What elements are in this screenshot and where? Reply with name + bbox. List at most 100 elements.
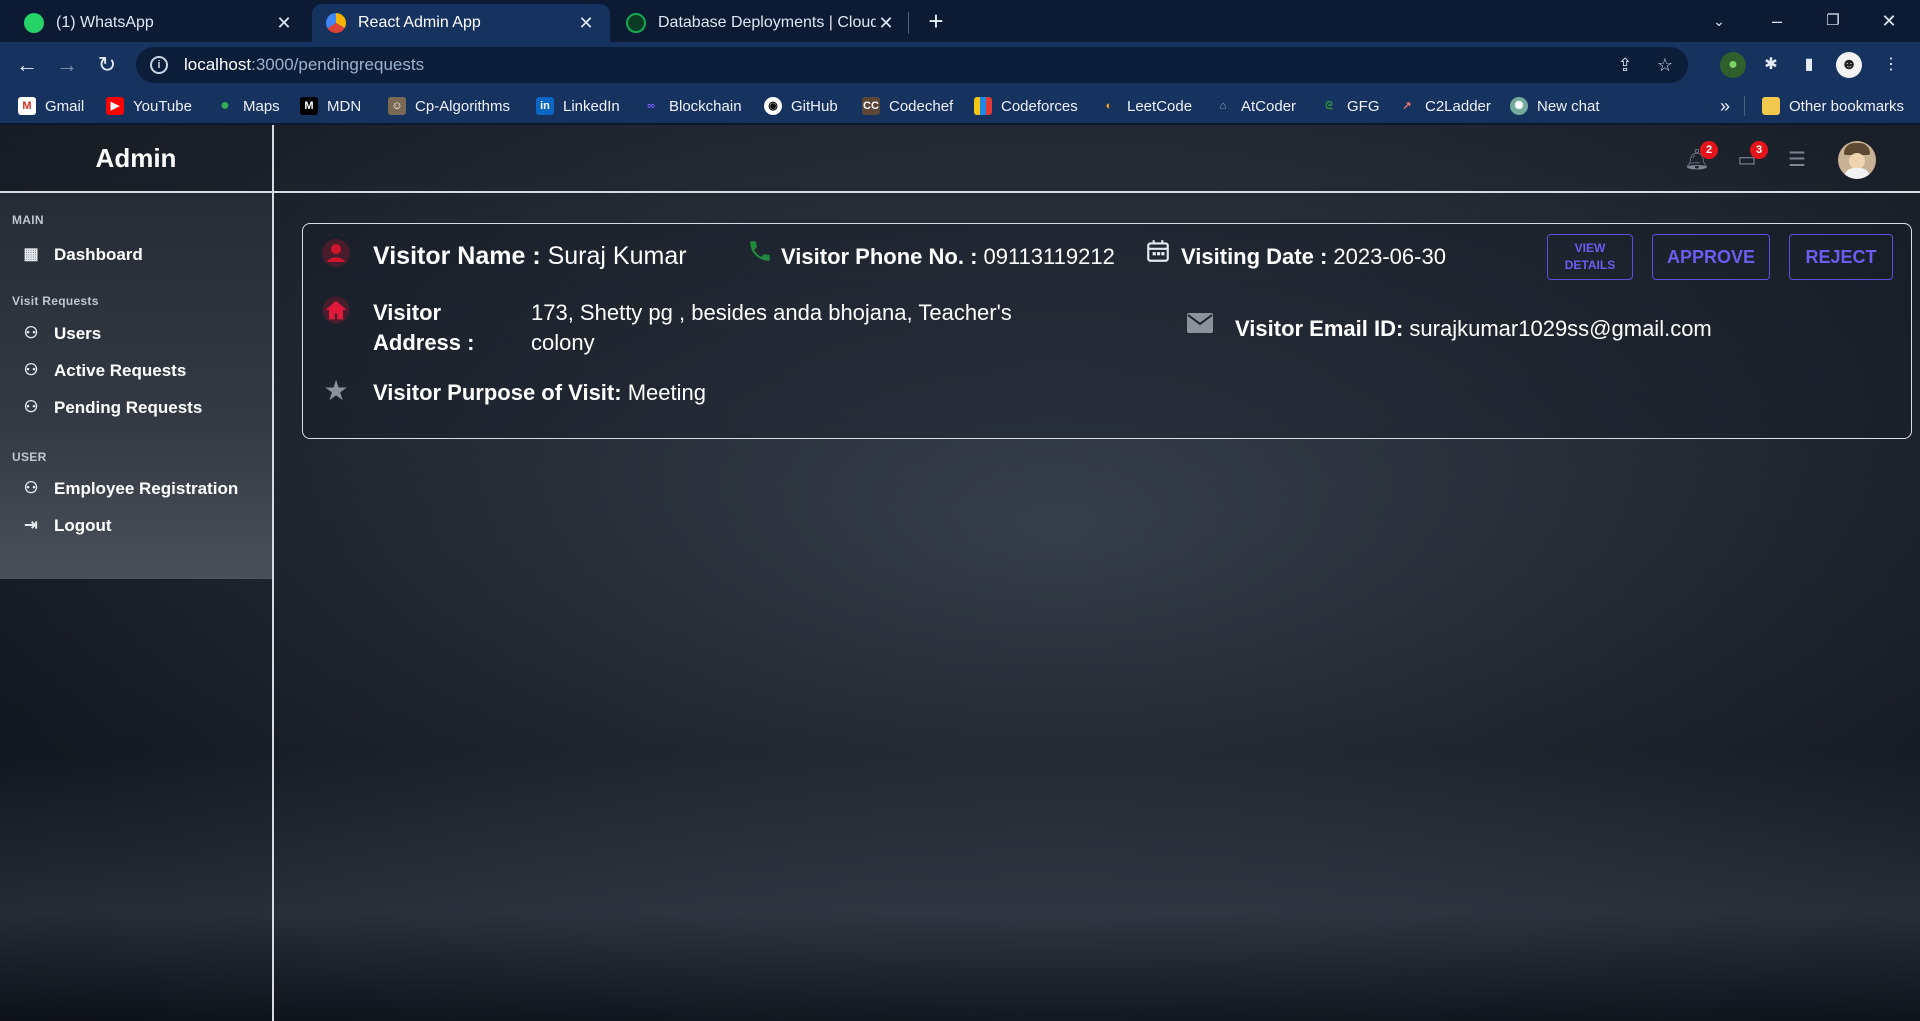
section-title-user: USER (12, 450, 47, 464)
tab-title: Database Deployments | Cloud: M (658, 14, 876, 31)
tab-mongodb[interactable]: Database Deployments | Cloud: M ✕ (612, 4, 910, 42)
calendar-icon (1143, 238, 1173, 268)
bookmark-label: Maps (243, 97, 280, 115)
bookmark-mdn[interactable]: M MDN (300, 94, 361, 118)
sidebar-item-label: Dashboard (54, 245, 143, 264)
bookmark-label: Codeforces (1001, 97, 1078, 115)
tab-whatsapp[interactable]: (1) WhatsApp ✕ (10, 4, 308, 42)
list-icon[interactable]: ☰ (1784, 147, 1810, 173)
sidebar-item-active-requests[interactable]: ⚇ Active Requests (20, 357, 186, 385)
site-info-icon[interactable]: i (150, 56, 168, 74)
restore-button[interactable]: ❐ (1810, 4, 1856, 38)
avatar[interactable] (1838, 141, 1876, 179)
whatsapp-icon (24, 13, 44, 33)
bookmark-label: New chat (1537, 97, 1600, 115)
bookmark-star-icon[interactable]: ☆ (1650, 50, 1680, 80)
visitor-purpose-value: Meeting (621, 380, 706, 405)
visitor-purpose-label: Visitor Purpose of Visit: (373, 380, 622, 405)
bookmark-cp-algorithms[interactable]: ☺ Cp-Algorithms (388, 94, 510, 118)
bookmark-label: LeetCode (1127, 97, 1193, 115)
url-text[interactable]: localhost:3000/pendingrequests (184, 55, 424, 75)
app-topbar: 🔔︎ 2 ▭ 3 ☰ (274, 125, 1920, 193)
minimize-button[interactable]: – (1754, 4, 1800, 38)
logout-icon: ⇥ (24, 517, 38, 534)
extensions-puzzle-icon[interactable]: ✱ (1758, 52, 1784, 78)
sidebar-item-users[interactable]: ⚇ Users (20, 320, 101, 348)
new-tab-button[interactable]: + (920, 6, 952, 38)
reject-button[interactable]: REJECT (1789, 234, 1893, 280)
sidebar-item-logout[interactable]: ⇥ Logout (20, 512, 111, 540)
bookmark-codeforces[interactable]: Codeforces (974, 94, 1078, 118)
github-icon: ◉ (764, 97, 782, 115)
visitor-email: Visitor Email ID: surajkumar1029ss@gmail… (1235, 316, 1712, 342)
tab-title: (1) WhatsApp (56, 14, 154, 31)
window-close-button[interactable]: ✕ (1866, 4, 1912, 38)
bookmarks-overflow-button[interactable]: » (1720, 94, 1730, 118)
notification-badge: 2 (1700, 141, 1718, 159)
pending-request-card: Visitor Name : Suraj Kumar Visitor Phone… (302, 223, 1912, 439)
bookmark-gfg[interactable]: ᘓ GFG (1320, 94, 1380, 118)
brand-logo[interactable]: Admin (0, 125, 272, 193)
address-label-line1: Visitor (373, 300, 442, 325)
bookmark-label: GFG (1347, 97, 1380, 115)
bookmark-maps[interactable]: ● Maps (216, 94, 280, 118)
reload-button[interactable]: ↻ (92, 50, 122, 80)
close-icon[interactable]: ✕ (576, 13, 596, 34)
bookmark-new-chat[interactable]: ✺ New chat (1510, 94, 1600, 118)
address-bar[interactable]: i localhost:3000/pendingrequests ⇪ ☆ (136, 47, 1688, 83)
url-path: :3000/pendingrequests (251, 55, 425, 74)
url-host: localhost (184, 55, 252, 74)
view-details-line1: VIEW (1574, 241, 1606, 255)
bookmark-linkedin[interactable]: in LinkedIn (536, 94, 620, 118)
share-icon[interactable]: ⇪ (1610, 50, 1640, 80)
sidebar-item-employee-registration[interactable]: ⚇ Employee Registration (20, 475, 238, 503)
visitor-address-label: Visitor Address : (373, 298, 474, 358)
bookmark-atcoder[interactable]: ⌂ AtCoder (1214, 94, 1296, 118)
close-icon[interactable]: ✕ (876, 13, 896, 34)
tab-search-button[interactable]: ⌄ (1696, 4, 1742, 38)
bookmark-other-folder[interactable]: Other bookmarks (1762, 94, 1904, 118)
chat-bubble-icon[interactable]: ▭ 3 (1734, 141, 1768, 173)
side-panel-icon[interactable]: ▮ (1796, 52, 1822, 78)
notification-bell-icon[interactable]: 🔔︎ 2 (1684, 141, 1718, 173)
sidebar-item-pending-requests[interactable]: ⚇ Pending Requests (20, 394, 202, 422)
dashboard-icon: ▦ (23, 246, 39, 263)
tab-react-admin[interactable]: React Admin App ✕ (312, 4, 610, 42)
react-admin-icon (326, 13, 346, 33)
bookmark-youtube[interactable]: ▶ YouTube (106, 94, 192, 118)
visitor-purpose: Visitor Purpose of Visit: Meeting (373, 380, 706, 406)
visiting-date-value: 2023-06-30 (1327, 244, 1446, 269)
person-icon: ⚇ (23, 399, 39, 416)
bookmark-separator (1744, 96, 1745, 116)
view-details-button[interactable]: VIEW DETAILS (1547, 234, 1633, 280)
address-value-line1: 173, Shetty pg , besides anda bhojana, T… (531, 300, 1012, 325)
codechef-icon: CC (862, 97, 880, 115)
forward-button[interactable]: → (52, 50, 82, 80)
back-button[interactable]: ← (12, 50, 42, 80)
close-icon[interactable]: ✕ (274, 13, 294, 34)
person-icon: ⚇ (23, 480, 39, 497)
profile-avatar-icon[interactable]: ☻ (1836, 52, 1862, 78)
visitor-address-value: 173, Shetty pg , besides anda bhojana, T… (531, 298, 1012, 358)
person-icon: ⚇ (23, 325, 39, 342)
bookmark-label: AtCoder (1241, 97, 1297, 115)
bookmark-label: LinkedIn (563, 97, 620, 115)
approve-button[interactable]: APPROVE (1652, 234, 1770, 280)
bookmark-blockchain[interactable]: ∞ Blockchain (642, 94, 741, 118)
sidebar-item-label: Active Requests (54, 361, 187, 380)
bookmark-codechef[interactable]: CC Codechef (862, 94, 953, 118)
tab-strip: (1) WhatsApp ✕ React Admin App ✕ Databas… (0, 0, 1920, 42)
visitor-name-value: Suraj Kumar (540, 242, 687, 270)
bookmark-github[interactable]: ◉ GitHub (764, 94, 838, 118)
browser-menu-icon[interactable]: ⋮ (1878, 52, 1904, 78)
bookmark-leetcode[interactable]: ◐ LeetCode (1100, 94, 1192, 118)
bookmark-gmail[interactable]: M Gmail (18, 94, 84, 118)
extension-green-icon[interactable]: ● (1720, 52, 1746, 78)
person-icon: ⚇ (23, 362, 39, 379)
bookmark-label: C2Ladder (1425, 97, 1491, 115)
c2ladder-icon: ↗ (1402, 100, 1412, 112)
bookmark-label: Other bookmarks (1789, 97, 1905, 115)
bookmark-c2ladder[interactable]: ↗ C2Ladder (1398, 94, 1491, 118)
sidebar-item-dashboard[interactable]: ▦ Dashboard (20, 241, 143, 269)
maps-pin-icon: ● (220, 97, 230, 114)
